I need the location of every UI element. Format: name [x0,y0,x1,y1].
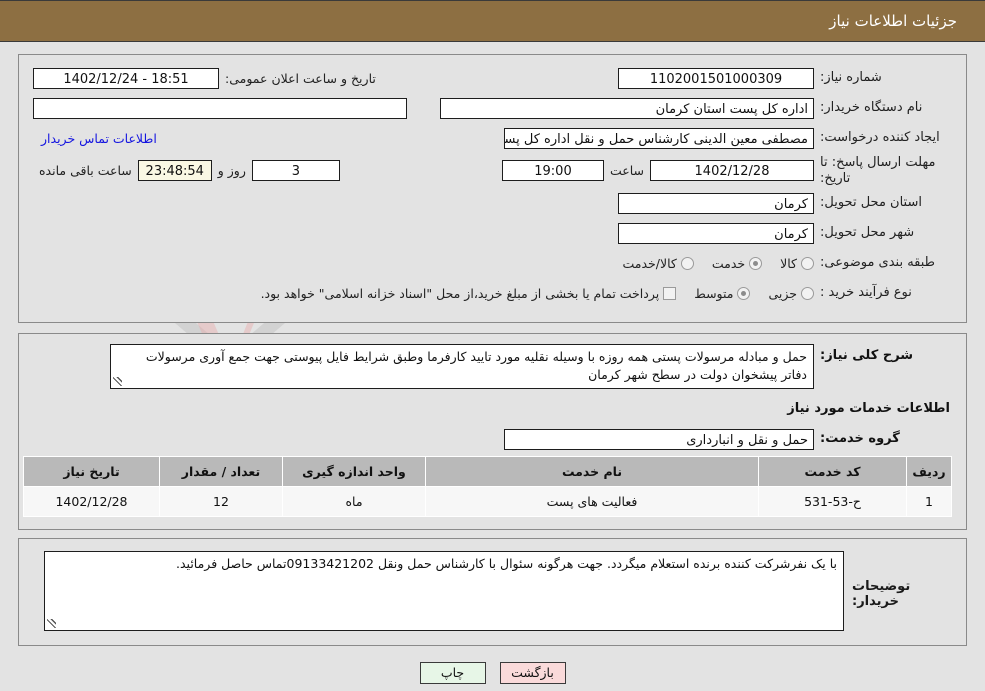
process-label: نوع فرآیند خرید : [820,285,912,301]
radio-process-jozei[interactable] [801,286,814,300]
city-value: کرمان [618,222,814,244]
need-number-value: 1102001501000309 [618,67,814,89]
cell-name: فعالیت های پست [425,486,759,518]
public-announce-label: تاریخ و ساعت اعلان عمومی: [225,70,376,86]
cell-radif: 1 [906,486,952,518]
row-general-description: شرح کلی نیاز: حمل و مبادله مرسولات پستی … [33,344,952,390]
row-city: شهر محل تحویل: کرمان [33,220,952,246]
radio-process-jozei-label: جزیی [768,285,797,301]
row-deadline: مهلت ارسال پاسخ: تا تاریخ: 1402/12/28 سا… [33,155,952,186]
row-creator: ایجاد کننده درخواست: مصطفی معین الدینی ک… [33,125,952,151]
radio-process-motavaset[interactable] [737,286,751,300]
category-radio-group: کالا خدمت کالا/خدمت [608,256,814,271]
need-number-label: شماره نیاز: [820,69,882,85]
province-value: کرمان [618,192,814,214]
row-need-number: شماره نیاز: 1102001501000309 تاریخ و ساع… [33,65,952,91]
radio-category-kala[interactable] [801,256,814,270]
row-province: استان محل تحویل: کرمان [33,190,952,216]
radio-category-khedmat[interactable] [749,256,763,270]
back-button[interactable]: بازگشت [499,662,566,685]
service-group-label: گروه خدمت: [820,431,900,447]
buyer-notes-value[interactable]: با یک نفرشرکت کننده برنده استعلام میگردد… [44,551,844,632]
radio-process-motavaset-label: متوسط [694,285,734,301]
row-service-group: گروه خدمت: حمل و نقل و انبارداری [33,426,952,452]
table-row: 1 ح-53-531 فعالیت های پست ماه 12 1402/12… [23,486,952,518]
general-description-value[interactable]: حمل و مبادله مرسولات پستی همه روزه با وس… [110,344,814,390]
category-label: طبقه بندی موضوعی: [820,255,936,271]
service-group-value: حمل و نقل و انبارداری [504,428,814,450]
col-header-radif: ردیف [906,456,952,488]
unlabeled-field [33,97,407,119]
action-button-bar: بازگشت چاپ [0,662,985,685]
row-buyer-org: نام دستگاه خریدار: اداره کل پست استان کر… [33,95,952,121]
table-header-row: ردیف کد خدمت نام خدمت واحد اندازه گیری ت… [23,456,952,488]
col-header-unit: واحد اندازه گیری [282,456,426,488]
radio-category-kala-khedmat[interactable] [680,256,694,270]
cell-qty: 12 [159,486,283,518]
days-word-label: روز و [217,163,246,179]
buyer-contact-link[interactable]: اطلاعات تماس خریدار [33,131,165,146]
days-remaining-value: 3 [251,160,340,182]
services-table: ردیف کد خدمت نام خدمت واحد اندازه گیری ت… [23,456,952,518]
cell-code: ح-53-531 [758,486,907,518]
buyer-org-label: نام دستگاه خریدار: [820,99,923,115]
radio-category-kala-label: کالا [780,255,797,271]
buyer-notes-panel: توضیحات خریدار: با یک نفرشرکت کننده برند… [18,538,967,647]
general-description-label: شرح کلی نیاز: [820,348,914,364]
process-radio-group: جزیی متوسط پرداخت تمام یا بخشی از مبلغ خ… [247,286,814,301]
col-header-date: تاریخ نیاز [23,456,160,488]
deadline-time-value: 19:00 [501,160,604,182]
cell-date: 1402/12/28 [23,486,160,518]
checkbox-islamic-treasury[interactable] [663,286,677,300]
page-title: جزئیات اطلاعات نیاز [829,12,957,30]
page-title-bar: جزئیات اطلاعات نیاز [0,0,985,42]
deadline-date-value: 1402/12/28 [650,160,814,182]
service-details-panel: شرح کلی نیاز: حمل و مبادله مرسولات پستی … [18,333,967,531]
need-info-panel: شماره نیاز: 1102001501000309 تاریخ و ساع… [18,54,967,324]
radio-category-kala-khedmat-label: کالا/خدمت [622,255,677,271]
buyer-org-value: اداره کل پست استان کرمان [440,97,814,119]
col-header-name: نام خدمت [425,456,759,488]
creator-value: مصطفی معین الدینی کارشناس حمل و نقل ادار… [504,127,814,149]
col-header-qty: تعداد / مقدار [159,456,283,488]
print-button[interactable]: چاپ [419,662,486,685]
time-remaining-value: 23:48:54 [137,160,212,182]
radio-category-khedmat-label: خدمت [711,255,746,271]
public-announce-value: 18:51 - 1402/12/24 [33,67,219,89]
row-process-type: نوع فرآیند خرید : جزیی متوسط پرداخت تمام… [33,280,952,306]
creator-label: ایجاد کننده درخواست: [820,129,940,145]
row-category: طبقه بندی موضوعی: کالا خدمت کالا/خدمت [33,250,952,276]
hour-label: ساعت [609,163,644,179]
col-header-code: کد خدمت [758,456,907,488]
province-label: استان محل تحویل: [820,195,922,211]
row-buyer-notes: توضیحات خریدار: با یک نفرشرکت کننده برند… [33,551,952,632]
checkbox-islamic-treasury-label: پرداخت تمام یا بخشی از مبلغ خرید،از محل … [260,285,660,301]
deadline-label: مهلت ارسال پاسخ: تا تاریخ: [820,155,936,186]
buyer-notes-label: توضیحات خریدار: [852,579,911,610]
cell-unit: ماه [282,486,426,518]
services-section-heading: اطلاعات خدمات مورد نیاز [787,401,950,417]
remaining-suffix-label: ساعت باقی مانده [39,163,132,179]
city-label: شهر محل تحویل: [820,225,915,241]
